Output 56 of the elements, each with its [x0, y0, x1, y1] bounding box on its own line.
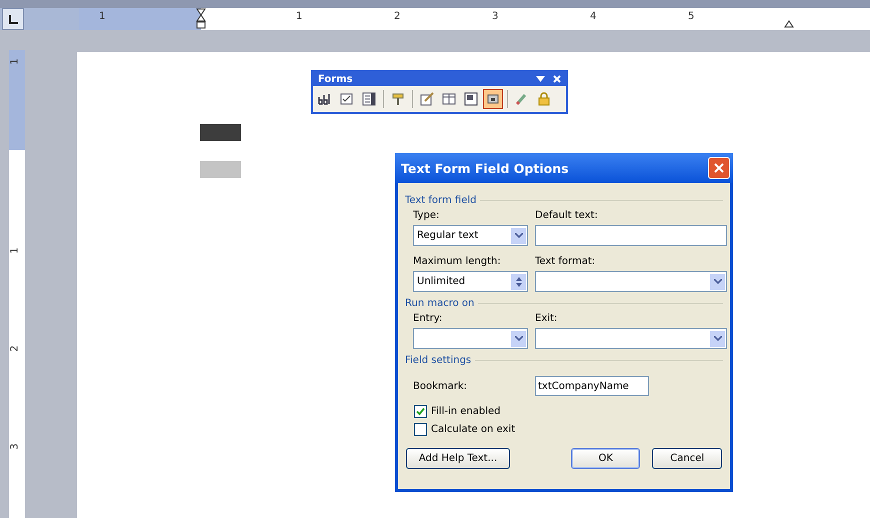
toolbar-title: Forms [318, 74, 354, 84]
ruler-number: 1 [99, 11, 106, 22]
horizontal-ruler[interactable]: 1 1 2 3 4 5 [79, 8, 870, 30]
checkbox-label[interactable]: Fill-in enabled [431, 406, 501, 416]
ruler-number: 1 [296, 11, 302, 22]
field-label: Bookmark: [413, 380, 468, 392]
field-label: Entry: [413, 313, 444, 324]
section-heading: Field settings [405, 354, 472, 366]
text-field-icon [317, 91, 333, 107]
bookmark-field[interactable]: txtCompanyName [535, 376, 649, 396]
checkbox[interactable] [414, 404, 427, 418]
tab-selector-button[interactable] [2, 8, 24, 30]
dialog-title: Text Form Field Options [401, 160, 570, 176]
entry-macro-dropdown[interactable] [413, 328, 528, 349]
draw-table-icon [419, 91, 435, 107]
field-label: Maximum length: [413, 256, 502, 267]
right-indent-marker-icon[interactable] [784, 20, 794, 28]
text-format-dropdown[interactable] [535, 271, 727, 292]
dropdown-arrow-icon[interactable] [536, 76, 545, 82]
default-text-field[interactable] [535, 225, 727, 246]
indent-marker-icon[interactable] [196, 8, 206, 30]
section-heading: Text form field [405, 194, 476, 206]
dropdown-icon [361, 91, 377, 107]
insert-table-icon [441, 91, 457, 107]
form-field[interactable] [200, 161, 241, 178]
ruler-number: 3 [492, 11, 498, 22]
ruler-number: 1 [10, 247, 21, 254]
field-label: Type: [413, 210, 440, 221]
dialog-button[interactable]: OK [570, 448, 640, 469]
maximum-length-spinner[interactable]: Unlimited [413, 271, 528, 292]
dialog-button[interactable]: Add Help Text... [406, 448, 510, 469]
spinner-arrows-icon[interactable] [511, 274, 526, 290]
checkbox-icon [339, 91, 355, 107]
ruler-number: 3 [10, 443, 21, 450]
protect-icon [536, 91, 552, 107]
dialog-button[interactable]: Cancel [652, 448, 722, 469]
checkbox[interactable] [414, 422, 427, 436]
section-heading: Run macro on [405, 298, 474, 308]
field-label: Text format: [535, 256, 596, 267]
close-icon[interactable] [553, 75, 561, 83]
type-dropdown[interactable]: Regular text [413, 225, 528, 246]
field-label: Exit: [535, 313, 558, 324]
form-field[interactable] [200, 124, 241, 141]
ruler-number: 5 [688, 11, 694, 22]
ruler-number: 4 [590, 11, 596, 22]
ruler-number: 2 [394, 11, 400, 22]
exit-macro-dropdown[interactable] [535, 328, 727, 349]
vertical-ruler[interactable]: 1 1 2 3 [9, 50, 25, 518]
shading-tool-button[interactable] [483, 89, 503, 109]
close-icon [714, 163, 724, 173]
close-button[interactable] [708, 157, 730, 179]
ruler-number: 1 [10, 58, 21, 65]
ruler-number: 2 [10, 345, 21, 352]
field-label: Default text: [535, 210, 599, 221]
frame-icon [463, 91, 479, 107]
checkbox-label[interactable]: Calculate on exit [431, 424, 516, 434]
